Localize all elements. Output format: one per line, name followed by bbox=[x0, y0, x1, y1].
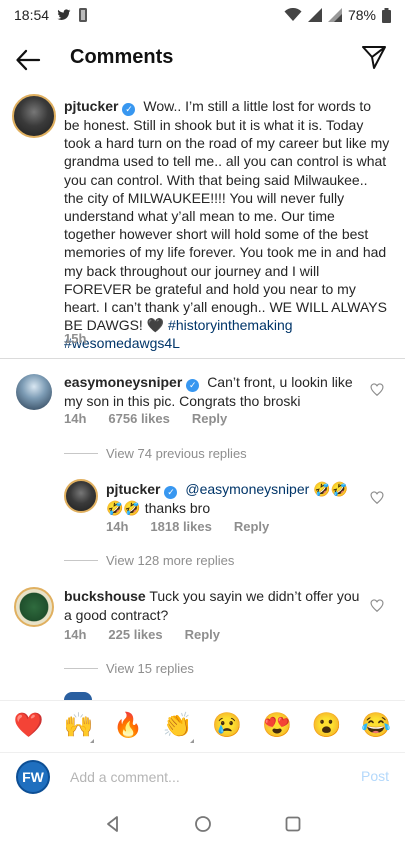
divider bbox=[0, 358, 405, 359]
verified-badge-icon: ✓ bbox=[164, 486, 178, 499]
emoji-raised-hands[interactable]: 🙌 bbox=[60, 711, 96, 743]
caption-body: Wow.. I’m still a little lost for words … bbox=[64, 98, 390, 334]
reply-button[interactable]: Reply bbox=[185, 627, 220, 642]
reply-likes[interactable]: 1818 likes bbox=[150, 519, 211, 534]
reply-text: pjtucker ✓ @easymoneysniper 🤣🤣 🤣🤣 thanks … bbox=[106, 481, 349, 516]
emoji-fire[interactable]: 🔥 bbox=[110, 711, 146, 740]
status-time: 18:54 bbox=[14, 7, 50, 23]
view-replies-button[interactable]: View 74 previous replies bbox=[64, 446, 247, 461]
partial-avatar bbox=[64, 692, 92, 700]
reply-button[interactable]: Reply bbox=[234, 519, 269, 534]
status-bar: 18:54 78% bbox=[0, 0, 405, 30]
emoji-heart[interactable]: ❤️ bbox=[11, 711, 47, 740]
caption-text: pjtucker ✓ Wow.. I’m still a little lost … bbox=[64, 97, 390, 353]
signal-icon bbox=[307, 8, 322, 22]
nba-icon bbox=[79, 8, 88, 22]
emoji-reaction-bar: ❤️ 🙌 🔥 👏 😢 😍 😮 😂 bbox=[0, 700, 405, 750]
user-avatar: FW bbox=[16, 760, 50, 794]
verified-badge-icon: ✓ bbox=[122, 103, 136, 116]
comment-avatar-easymoneysniper[interactable] bbox=[16, 374, 52, 410]
emoji-crying[interactable]: 😢 bbox=[209, 711, 245, 740]
comment-meta: 14h 6756 likes Reply bbox=[64, 411, 227, 426]
wifi-icon bbox=[284, 8, 302, 21]
like-heart-icon[interactable] bbox=[370, 491, 384, 505]
reply-body: 🤣🤣 thanks bro bbox=[106, 500, 211, 516]
reply-button[interactable]: Reply bbox=[192, 411, 227, 426]
comment-text: easymoneysniper ✓ Can’t front, u lookin l… bbox=[64, 373, 364, 411]
page-title: Comments bbox=[70, 46, 174, 68]
emoji-heart-eyes[interactable]: 😍 bbox=[259, 711, 295, 740]
battery-icon bbox=[382, 7, 391, 23]
nav-home-icon[interactable] bbox=[193, 814, 213, 834]
comment-meta: 14h 225 likes Reply bbox=[64, 627, 220, 642]
comment-likes[interactable]: 225 likes bbox=[108, 627, 162, 642]
emoji-surprised[interactable]: 😮 bbox=[309, 711, 345, 740]
comment-input[interactable] bbox=[70, 765, 330, 789]
comment-username[interactable]: buckshouse bbox=[64, 588, 146, 604]
view-more-replies-button[interactable]: View 128 more replies bbox=[64, 553, 234, 568]
like-heart-icon[interactable] bbox=[370, 383, 384, 397]
comment-avatar-buckshouse[interactable] bbox=[14, 587, 54, 627]
android-nav-bar bbox=[0, 800, 405, 848]
emoji-laughing[interactable]: 😂 bbox=[358, 711, 394, 740]
header: Comments bbox=[0, 38, 405, 80]
signal-icon-2 bbox=[327, 8, 342, 22]
comment-time: 14h bbox=[64, 411, 87, 426]
post-button[interactable]: Post bbox=[361, 768, 389, 784]
caption-time: 15h bbox=[64, 331, 87, 346]
reply-time: 14h bbox=[106, 519, 129, 534]
comment-username[interactable]: easymoneysniper bbox=[64, 374, 182, 390]
comment-time: 14h bbox=[64, 627, 87, 642]
comment-text: buckshouse Tuck you sayin we didn’t offe… bbox=[64, 587, 364, 624]
twitter-icon bbox=[57, 9, 71, 20]
reply-meta: 14h 1818 likes Reply bbox=[106, 519, 269, 534]
view-replies-button[interactable]: View 15 replies bbox=[64, 661, 194, 676]
caption-username[interactable]: pjtucker bbox=[64, 98, 118, 114]
reply-username[interactable]: pjtucker bbox=[106, 481, 160, 497]
nav-back-icon[interactable] bbox=[103, 814, 123, 834]
nav-recents-icon[interactable] bbox=[283, 814, 303, 834]
caption-avatar[interactable] bbox=[12, 94, 56, 138]
verified-badge-icon: ✓ bbox=[186, 379, 200, 392]
reply-mention[interactable]: @easymoneysniper bbox=[185, 481, 309, 497]
like-heart-icon[interactable] bbox=[370, 599, 384, 613]
emoji-clapping[interactable]: 👏 bbox=[160, 711, 196, 743]
battery-percent: 78% bbox=[347, 7, 376, 23]
comment-composer: FW Post bbox=[0, 752, 405, 800]
direct-message-icon[interactable] bbox=[361, 44, 387, 70]
comment-likes[interactable]: 6756 likes bbox=[108, 411, 169, 426]
back-arrow-icon[interactable] bbox=[14, 46, 42, 74]
reply-avatar-pjtucker[interactable] bbox=[64, 479, 98, 513]
